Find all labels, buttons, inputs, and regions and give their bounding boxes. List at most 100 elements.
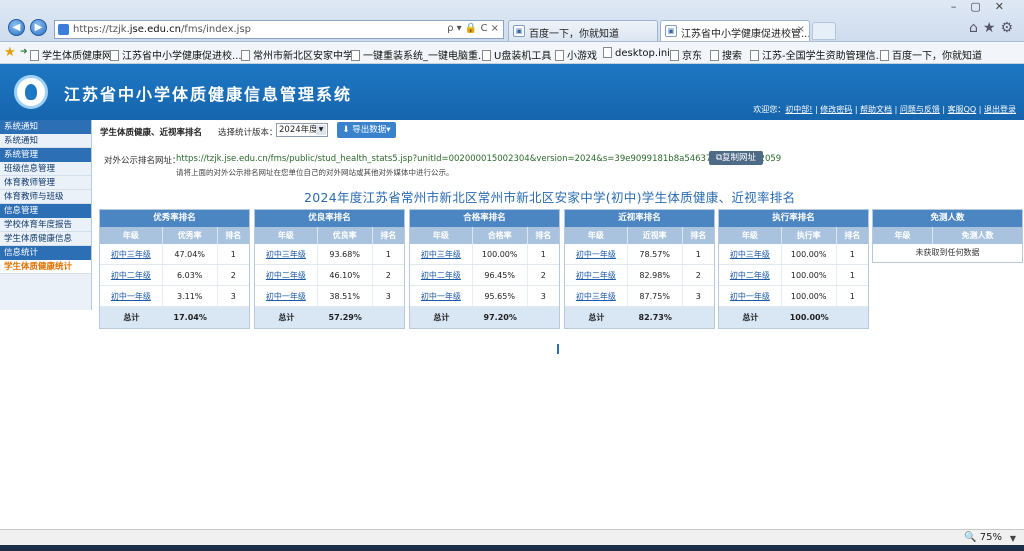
site-favicon-icon bbox=[58, 24, 69, 35]
favorite-link[interactable]: desktop.ini bbox=[603, 47, 670, 59]
total-label: 总计 bbox=[123, 313, 140, 322]
table-row: 初中二年级 6.03% 2 bbox=[100, 265, 249, 286]
sidebar-section-info[interactable]: 信息管理 bbox=[0, 204, 91, 218]
browser-tab-baidu[interactable]: ▣ 百度一下，你就知道 bbox=[508, 20, 658, 41]
column-header: 排名 bbox=[844, 231, 861, 240]
sidebar-item-student-health[interactable]: 学生体质健康信息 bbox=[0, 232, 91, 246]
grade-cell: 初中二年级 bbox=[719, 265, 782, 285]
home-icon[interactable]: ⌂ bbox=[969, 20, 983, 36]
grade-link[interactable]: 初中三年级 bbox=[421, 250, 461, 259]
grade-link[interactable]: 初中一年级 bbox=[111, 292, 151, 301]
close-tab-icon[interactable]: × bbox=[797, 24, 805, 35]
total-label: 总计 bbox=[278, 313, 295, 322]
favorite-link[interactable]: 一键重装系统_一键电脑重... bbox=[351, 47, 488, 62]
window-controls-icon[interactable]: –▢✕ bbox=[951, 0, 1018, 13]
favorites-star-icon[interactable]: ★ bbox=[983, 20, 1001, 36]
total-rank bbox=[528, 307, 559, 328]
back-icon[interactable]: ◀ bbox=[8, 19, 25, 36]
rate-cell: 78.57% bbox=[628, 244, 683, 264]
chevron-down-icon[interactable]: ▼ bbox=[1010, 534, 1016, 543]
rank-cell: 1 bbox=[385, 250, 391, 259]
zoom-level[interactable]: 🔍 75% bbox=[964, 532, 1002, 543]
grade-link[interactable]: 初中三年级 bbox=[730, 250, 770, 259]
browser-tab-active[interactable]: ▣ 江苏省中小学健康促进校管... × bbox=[660, 20, 810, 41]
help-docs-link[interactable]: 帮助文档 bbox=[860, 105, 892, 114]
grade-link[interactable]: 初中二年级 bbox=[730, 271, 770, 280]
sidebar-item-pe-teachers[interactable]: 体育教师管理 bbox=[0, 176, 91, 190]
column-header: 年级 bbox=[410, 227, 473, 244]
grade-link[interactable]: 初中一年级 bbox=[266, 292, 306, 301]
sidebar-item-notice[interactable]: 系统通知 bbox=[0, 134, 91, 148]
grade-link[interactable]: 初中二年级 bbox=[576, 271, 616, 280]
rank-cell: 3 bbox=[385, 292, 391, 301]
total-label: 总计 bbox=[742, 313, 759, 322]
tab-page-icon: ▣ bbox=[513, 25, 525, 37]
forward-icon[interactable]: ▶ bbox=[30, 19, 47, 36]
grade-cell: 初中三年级 bbox=[719, 244, 782, 264]
favorite-link[interactable]: 搜索 bbox=[710, 47, 742, 62]
favorite-link[interactable]: 常州市新北区安家中学 bbox=[241, 47, 353, 62]
system-logo-icon bbox=[14, 75, 48, 109]
grade-link[interactable]: 初中一年级 bbox=[421, 292, 461, 301]
change-password-link[interactable]: 修改密码 bbox=[820, 105, 852, 114]
grade-link[interactable]: 初中一年级 bbox=[730, 292, 770, 301]
table-row: 初中一年级 78.57% 1 bbox=[565, 244, 714, 265]
favorite-link[interactable]: 小游戏 bbox=[555, 47, 597, 62]
sidebar-item-class-info[interactable]: 班级信息管理 bbox=[0, 162, 91, 176]
grade-link[interactable]: 初中三年级 bbox=[266, 250, 306, 259]
public-url-hint: 请将上面的对外公示排名网址在您单位自己的对外网站或其他对外媒体中进行公示。 bbox=[176, 168, 454, 177]
favorite-link[interactable]: 江苏省中小学健康促进校... bbox=[110, 47, 242, 62]
rank-cell: 3 bbox=[230, 292, 236, 301]
add-favorite-icon[interactable]: ➜ bbox=[20, 47, 28, 57]
column-header: 年级 bbox=[873, 227, 933, 244]
download-icon: ⬇ bbox=[342, 125, 350, 135]
grade-link[interactable]: 初中三年级 bbox=[111, 250, 151, 259]
sidebar-item-health-stats[interactable]: 学生体质健康统计 bbox=[0, 260, 91, 274]
favorite-link[interactable]: 百度一下，你就知道 bbox=[880, 47, 982, 62]
rate-cell: 87.75% bbox=[628, 286, 683, 306]
support-qq-link[interactable]: 客服QQ bbox=[948, 105, 977, 114]
grade-link[interactable]: 初中二年级 bbox=[421, 271, 461, 280]
address-bar[interactable]: https://tzjk.jse.edu.cn/fms/index.jsp ρ … bbox=[54, 20, 504, 39]
total-row: 总计 82.73% bbox=[565, 307, 714, 328]
browser-tool-icons[interactable]: ⌂★⚙ bbox=[969, 20, 1018, 36]
address-actions-icon[interactable]: ρ ▾ 🔒 C × bbox=[447, 23, 499, 34]
user-name[interactable]: 初中部! bbox=[785, 105, 812, 114]
exempt-panel-title: 免测人数 bbox=[873, 210, 1022, 227]
table-row: 初中二年级 100.00% 1 bbox=[719, 265, 868, 286]
ranking-panel: 优良率排名 年级 优良率 排名 初中三年级 93.68% 1 初中二年级 46.10% 2 初中一年… bbox=[254, 209, 405, 329]
column-header: 排名 bbox=[225, 231, 242, 240]
rate-cell: 93.68% bbox=[318, 244, 373, 264]
copy-url-button[interactable]: ⧉复制网址 bbox=[709, 151, 763, 165]
column-header: 优秀率 bbox=[163, 227, 218, 244]
grade-link[interactable]: 初中二年级 bbox=[266, 271, 306, 280]
grade-link[interactable]: 初中二年级 bbox=[111, 271, 151, 280]
sidebar-item-annual-report[interactable]: 学校体育年度报告 bbox=[0, 218, 91, 232]
year-select[interactable]: 2024年度 ▼ bbox=[276, 123, 328, 137]
favorites-star-icon[interactable]: ★ bbox=[4, 45, 16, 60]
new-tab-button[interactable] bbox=[812, 22, 836, 40]
rate-cell: 38.51% bbox=[318, 286, 373, 306]
column-header: 年级 bbox=[565, 227, 628, 244]
gear-icon[interactable]: ⚙ bbox=[1000, 20, 1018, 36]
favorite-link[interactable]: 京东 bbox=[670, 47, 702, 62]
chevron-down-icon[interactable]: ▼ bbox=[316, 125, 326, 135]
favorite-link[interactable]: U盘装机工具 bbox=[482, 47, 551, 62]
column-header: 免测人数 bbox=[961, 231, 994, 240]
public-url-value[interactable]: https://tzjk.jse.edu.cn/fms/public/stud_… bbox=[176, 154, 781, 164]
favorite-link[interactable]: 学生体质健康网 bbox=[30, 47, 112, 62]
sidebar-section-stats[interactable]: 信息统计 bbox=[0, 246, 91, 260]
rate-cell: 3.11% bbox=[163, 286, 218, 306]
sidebar-section-notice[interactable]: 系统通知 bbox=[0, 120, 91, 134]
favorite-link[interactable]: 江苏-全国学生资助管理信... bbox=[750, 47, 885, 62]
feedback-link[interactable]: 问题与反馈 bbox=[900, 105, 940, 114]
sidebar-section-system[interactable]: 系统管理 bbox=[0, 148, 91, 162]
logout-link[interactable]: 退出登录 bbox=[984, 105, 1016, 114]
address-url[interactable]: https://tzjk.jse.edu.cn/fms/index.jsp bbox=[73, 24, 251, 35]
export-data-button[interactable]: ⬇ 导出数据▾ bbox=[337, 122, 396, 138]
grade-cell: 初中三年级 bbox=[410, 244, 473, 264]
grade-link[interactable]: 初中一年级 bbox=[576, 250, 616, 259]
grade-link[interactable]: 初中三年级 bbox=[576, 292, 616, 301]
zoom-icon: 🔍 bbox=[964, 532, 977, 543]
sidebar-item-teacher-class[interactable]: 体育教师与班级 bbox=[0, 190, 91, 204]
